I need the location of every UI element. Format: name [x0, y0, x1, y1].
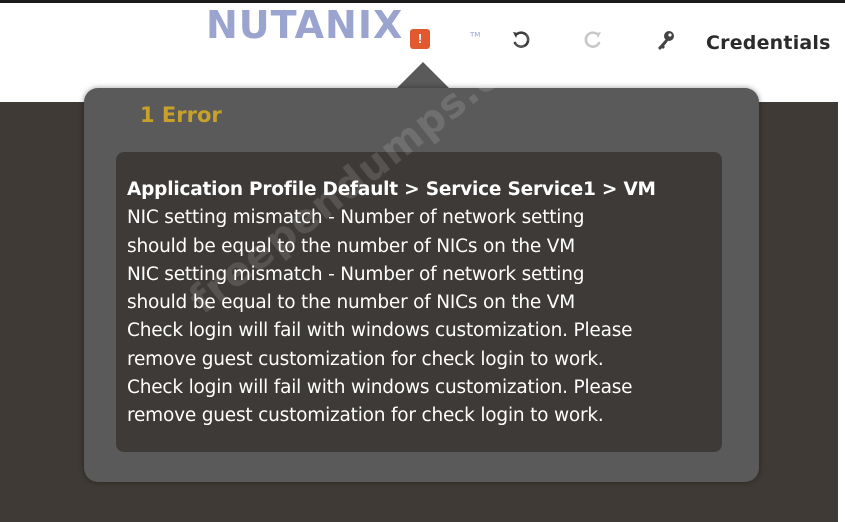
undo-button[interactable] — [508, 27, 534, 53]
redo-button[interactable] — [580, 27, 606, 53]
redo-icon — [584, 31, 601, 48]
credentials-button[interactable]: Credentials — [706, 30, 831, 56]
popover-caret — [395, 62, 451, 90]
error-line: should be equal to the number of NICs on… — [127, 292, 575, 314]
error-count-title: 1 Error — [140, 103, 222, 127]
trademark-mark: TM — [470, 31, 481, 39]
error-line: should be equal to the number of NICs on… — [127, 235, 575, 257]
key-icon — [658, 31, 674, 50]
canvas-edge — [838, 102, 845, 522]
error-line: Check login will fail with windows custo… — [127, 377, 633, 399]
credentials-key-button[interactable] — [654, 27, 680, 53]
nutanix-logo: NUTANIX — [206, 3, 404, 47]
error-path-heading: Application Profile Default > Service Se… — [127, 179, 656, 200]
undo-icon — [513, 31, 530, 48]
error-line: NIC setting mismatch - Number of network… — [127, 207, 585, 229]
error-line: remove guest customization for check log… — [127, 405, 604, 427]
error-indicator-button[interactable]: ! — [410, 29, 430, 49]
error-line: remove guest customization for check log… — [127, 348, 604, 370]
error-line: Check login will fail with windows custo… — [127, 320, 633, 342]
warning-icon: ! — [417, 31, 423, 46]
error-line: NIC setting mismatch - Number of network… — [127, 263, 585, 285]
error-message-list: Application Profile Default > Service Se… — [127, 176, 727, 431]
